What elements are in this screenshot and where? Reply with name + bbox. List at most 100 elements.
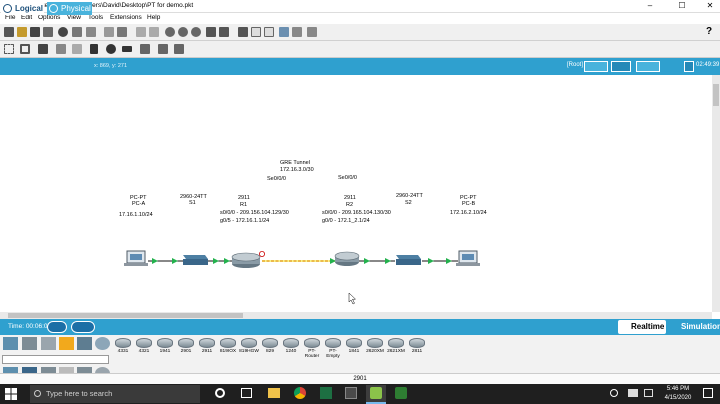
tray-date[interactable]: 4/15/2020 [660,395,696,401]
category-end-devices-icon[interactable] [22,337,37,350]
device-2901[interactable]: 2901 [176,337,196,356]
print-icon[interactable] [43,27,53,37]
app-icon-green[interactable] [395,387,407,399]
menu-options[interactable]: Options [38,14,60,21]
menu-view[interactable]: View [67,14,81,21]
new-file-icon[interactable] [4,27,14,37]
save-icon[interactable] [30,27,40,37]
tab-logical[interactable]: Logical [1,2,44,15]
horizontal-scroll-thumb[interactable] [8,313,243,318]
r1-serial-port: Se0/0/0 [267,176,286,182]
notification-chevron-icon[interactable] [610,389,618,397]
draw-ellipse-icon[interactable] [106,44,116,54]
menu-edit[interactable]: Edit [21,14,32,21]
device-2621xm[interactable]: 2621XM [386,337,406,356]
vertical-scrollbar[interactable] [712,75,720,312]
action-center-icon[interactable] [703,388,713,398]
set-tiled-background-button[interactable] [636,61,660,72]
wizard-icon[interactable] [72,27,82,37]
cortana-icon[interactable] [215,388,225,398]
info-icon[interactable] [58,27,68,37]
device-4321[interactable]: 4321 [134,337,154,356]
taskbar-search-box[interactable]: Type here to search [30,385,200,403]
open-folder-icon[interactable] [17,27,27,37]
complex-pdu-icon[interactable] [174,44,184,54]
menu-help[interactable]: Help [147,14,160,21]
device-1941[interactable]: 1941 [155,337,175,356]
device-pt-router[interactable]: PT-Router [302,337,322,359]
device-4331[interactable]: 4331 [113,337,133,356]
app-icon-generic[interactable] [345,387,357,399]
close-button[interactable]: ✕ [700,0,720,12]
add-pdu-icon[interactable] [158,44,168,54]
file-explorer-icon[interactable] [268,388,280,398]
logical-workspace[interactable]: PC-PT PC-A 17.16.1.10/24 2960-24TT S1 29… [0,75,712,312]
menu-extensions[interactable]: Extensions [110,14,142,21]
menu-tools[interactable]: Tools [88,14,103,21]
category-misc-icon[interactable] [77,337,92,350]
move-object-button[interactable] [611,61,631,72]
simulation-mode-button[interactable]: Simulation [668,320,720,334]
device-829[interactable]: 829 [260,337,280,356]
vertical-scroll-thumb[interactable] [713,84,719,106]
new-cluster-button[interactable] [584,61,608,72]
viewport-icon[interactable] [684,61,694,72]
tab-physical[interactable]: Physical [47,2,92,15]
zoom-out-icon[interactable] [191,27,201,37]
device-819iox[interactable]: 819IOX [218,337,238,356]
fast-forward-button[interactable] [71,321,95,333]
power-cycle-button[interactable] [47,321,67,333]
view-icon[interactable] [292,27,302,37]
freeform-icon[interactable] [140,44,150,54]
note-icon[interactable] [251,27,261,37]
zoom-reset-icon[interactable] [178,27,188,37]
inspect-icon[interactable] [20,44,30,54]
device-819hgw[interactable]: 819HGW [239,337,259,356]
device-2620xm[interactable]: 2620XM [365,337,385,356]
category-components-icon[interactable] [41,337,56,350]
help-icon[interactable]: ? [706,26,712,37]
category-network-devices-icon[interactable] [3,337,18,350]
custom-device-icon[interactable] [219,27,229,37]
network-tray-icon[interactable] [628,389,638,397]
place-note-icon[interactable] [72,44,82,54]
device-1841[interactable]: 1841 [344,337,364,356]
network-icon[interactable] [86,27,96,37]
windows-start-icon[interactable] [5,388,17,400]
copy-icon[interactable] [104,27,114,37]
ipc-icon[interactable] [307,27,317,37]
draw-line-icon[interactable] [90,44,98,54]
select-icon[interactable] [4,44,14,54]
tray-time[interactable]: 5:46 PM [664,386,692,392]
simulation-label: Simulation [681,322,720,331]
redo-icon[interactable] [149,27,159,37]
category-multiuser-icon[interactable] [95,337,110,350]
draw-palette-icon[interactable] [206,27,216,37]
paste-icon[interactable] [117,27,127,37]
excel-icon[interactable] [320,387,332,399]
resize-icon[interactable] [56,44,66,54]
text-icon[interactable] [238,27,248,37]
volume-tray-icon[interactable] [644,389,653,397]
chrome-icon[interactable] [294,387,306,399]
list-icon[interactable] [264,27,274,37]
device-label: PT-Router [304,349,320,359]
zoom-in-icon[interactable] [165,27,175,37]
minimize-button[interactable]: – [640,0,660,12]
image-icon[interactable] [279,27,289,37]
task-view-icon[interactable] [241,388,252,398]
taskbar-app-active[interactable] [366,385,386,404]
device-search-input[interactable] [2,355,109,364]
undo-icon[interactable] [136,27,146,37]
category-connections-icon[interactable] [59,337,74,350]
device-1240[interactable]: 1240 [281,337,301,356]
maximize-button[interactable]: ☐ [672,0,692,12]
device-pt-empty[interactable]: PT-Empty [323,337,343,359]
realtime-mode-button[interactable]: Realtime [618,320,666,334]
router-icon [115,338,131,348]
device-2811[interactable]: 2811 [407,337,427,356]
device-2911[interactable]: 2911 [197,337,217,356]
draw-rectangle-icon[interactable] [122,46,132,52]
delete-icon[interactable] [38,44,48,54]
menu-file[interactable]: File [5,14,15,21]
